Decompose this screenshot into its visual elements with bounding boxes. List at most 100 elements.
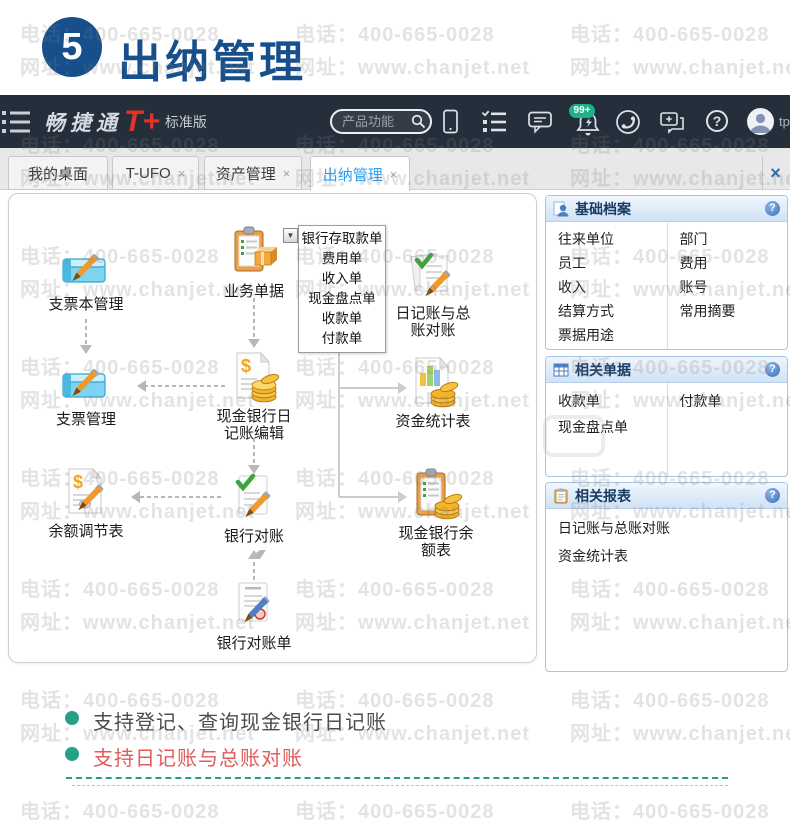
flow-node-label: 支票本管理 [48,296,124,313]
phone-support-icon[interactable] [615,109,641,135]
panel-related-reports: 相关报表 ? 日记账与总账对账 资金统计表 [545,482,788,672]
report-clipboard-icon [554,488,568,503]
watermark-text: 电话：400-665-0028 [570,24,770,46]
app-root: 5 出纳管理 畅捷通 T+ 标准版 产品功能 99+ ? tp 我的桌面 T-U… [0,0,790,820]
panel-column: 部门 费用 账号 常用摘要 [666,222,788,349]
watermark-text: 电话：400-665-0028 [295,801,495,820]
panel-help-icon[interactable]: ? [765,488,780,503]
help-icon[interactable]: ? [706,110,728,132]
tab-my-desktop[interactable]: 我的桌面 [8,156,108,190]
close-all-tabs-icon[interactable]: × [762,156,788,190]
panel-body: 日记账与总账对账 资金统计表 [546,509,787,671]
feedback-icon[interactable] [659,109,685,135]
watermark-text: 电话：400-665-0028 [295,24,495,46]
tab-label: 出纳管理 [322,166,383,184]
panel-column: 日记账与总账对账 资金统计表 [546,509,787,671]
dropdown-arrow-button[interactable]: ▼ [283,228,298,243]
username-label: tp [779,114,790,129]
menu-item[interactable]: 现金盘点单 [299,289,385,309]
watermark-text: 电话：400-665-0028 [570,801,770,820]
panel-link[interactable]: 收入 [558,275,667,299]
checkbook-icon [62,254,106,283]
tab-label: T-UFO [125,164,171,182]
message-icon[interactable] [527,109,553,135]
watermark-text: 网址：www.chanjet.net [295,57,531,79]
tab-label: 资产管理 [215,165,276,183]
page-title: 出纳管理 [118,38,306,87]
panel-header: 相关单据 ? [546,357,787,383]
docs-check-pen-icon [410,252,451,297]
main-menu-icon[interactable] [2,109,32,140]
panel-link[interactable]: 结算方式 [558,299,667,323]
flow-node-cash-bank-journal[interactable]: $ 现金银行日记账编辑 [199,348,309,442]
flow-node-label: 现金银行余额表 [398,525,474,559]
panel-column: 付款单 [666,383,788,476]
bullet-dot [65,711,79,725]
menu-item[interactable]: 银行存取款单 [299,229,385,249]
doc-chart-coins-icon [415,356,459,408]
flow-node-balance-adjustment[interactable]: $ 余额调节表 [31,463,141,540]
doc-dollar-coins-icon: $ [236,351,280,403]
tab-cashier-management[interactable]: 出纳管理 × [310,156,410,191]
menu-item[interactable]: 收款单 [299,309,385,329]
avatar[interactable] [747,108,774,135]
panel-link[interactable]: 资金统计表 [558,542,787,570]
panel-link[interactable]: 账号 [680,275,788,299]
doc-check-pen-icon [235,473,271,518]
panel-help-icon[interactable]: ? [765,201,780,216]
flow-node-checkbook-management[interactable]: 支票本管理 [31,236,141,313]
task-list-icon[interactable] [481,109,507,135]
tab-close-icon[interactable]: × [178,166,186,181]
flow-node-bank-reconciliation[interactable]: 银行对账 [199,468,309,545]
flowchart-panel: 支票本管理 业务单据 日记账与总账对账 ▼ 银行存取款单 费用单 收入单 现金盘… [8,193,537,663]
flow-node-cash-bank-balance[interactable]: 现金银行余额表 [381,465,491,559]
flow-node-bank-statement[interactable]: 银行对账单 [199,575,309,652]
menu-item[interactable]: 付款单 [299,329,385,349]
panel-link[interactable]: 付款单 [680,388,788,414]
search-icon[interactable] [411,114,426,129]
panel-link[interactable]: 收款单 [558,388,667,414]
panel-column: 收款单 现金盘点单 [546,383,667,476]
tab-asset-management[interactable]: 资产管理 × [204,156,302,190]
svg-text:$: $ [73,472,83,492]
panel-link[interactable]: 现金盘点单 [558,414,667,440]
top-navbar: 畅捷通 T+ 标准版 产品功能 99+ ? tp [0,95,790,148]
flow-node-label: 业务单据 [223,283,284,300]
panel-basic-archives: 基础档案 ? 往来单位 员工 收入 结算方式 票据用途 部门 费用 账号 常用摘… [545,195,788,350]
panel-title: 相关单据 [575,361,631,378]
tab-close-icon[interactable]: × [283,166,291,181]
panel-link[interactable]: 常用摘要 [680,299,788,323]
panel-link[interactable]: 员工 [558,251,667,275]
flow-node-fund-statistics[interactable]: 资金统计表 [378,353,488,430]
panel-link[interactable]: 费用 [680,251,788,275]
tab-t-ufo[interactable]: T-UFO × [112,156,199,190]
panel-link[interactable]: 往来单位 [558,227,667,251]
panel-link[interactable]: 票据用途 [558,323,667,347]
menu-item[interactable]: 收入单 [299,269,385,289]
tab-bar: 我的桌面 T-UFO × 资产管理 × 出纳管理 × × [0,148,790,191]
flow-node-label: 现金银行日记账编辑 [216,408,292,442]
flow-node-check-management[interactable]: 支票管理 [31,351,141,428]
section-number-badge: 5 [42,17,102,77]
svg-text:$: $ [241,356,251,376]
menu-item[interactable]: 费用单 [299,249,385,269]
panel-column: 往来单位 员工 收入 结算方式 票据用途 [546,222,667,349]
panel-help-icon[interactable]: ? [765,362,780,377]
checkbook-icon [62,369,106,398]
watermark-text: 电话：400-665-0028 [20,801,220,820]
clipboard-coins-icon [416,468,463,520]
product-search [330,109,432,134]
brand-tplus: T+ [124,104,160,138]
watermark-text: 网址：www.chanjet.net [570,57,790,79]
flow-node-label: 日记账与总账对账 [395,305,471,339]
panel-link[interactable]: 日记账与总账对账 [558,514,787,542]
mobile-app-icon[interactable] [437,109,463,135]
brand-logo: 畅捷通 T+ 标准版 [44,95,207,148]
panel-body: 收款单 现金盘点单 付款单 [546,383,787,476]
panel-link[interactable]: 部门 [680,227,788,251]
flow-node-journal-ledger-reconciliation[interactable]: 日记账与总账对账 [378,245,488,339]
bullet-dot [65,747,79,761]
watermark-text: 网址：www.chanjet.net [570,723,790,745]
tab-close-icon[interactable]: × [390,167,398,182]
doc-pen-seal-icon [238,582,270,623]
